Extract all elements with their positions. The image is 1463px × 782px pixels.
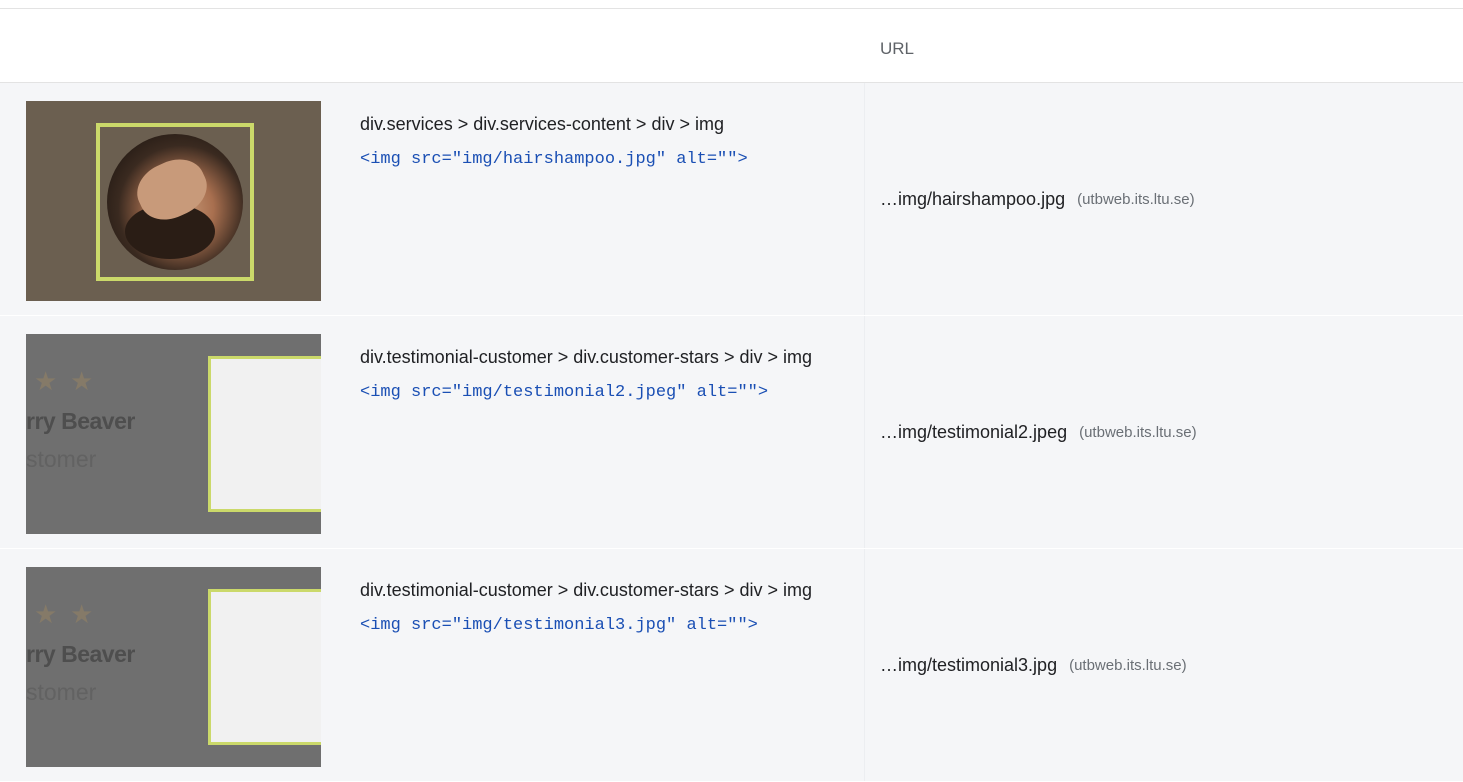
url-cell: …img/hairshampoo.jpg (utbweb.its.ltu.se) xyxy=(880,83,1195,315)
hairwash-photo xyxy=(107,134,243,270)
url-column-header: URL xyxy=(880,39,915,58)
url-path-link[interactable]: …img/testimonial2.jpeg xyxy=(880,422,1067,443)
url-host: (utbweb.its.ltu.se) xyxy=(1079,423,1197,441)
image-thumbnail: ★ ★ rry Beaver stomer xyxy=(26,567,321,767)
image-audit-table: URL div.services > div.services-content … xyxy=(0,8,1463,782)
table-row[interactable]: ★ ★ rry Beaver stomer div.testimonial-cu… xyxy=(0,549,1463,782)
element-cell: div.testimonial-customer > div.customer-… xyxy=(360,575,820,641)
css-selector: div.testimonial-customer > div.customer-… xyxy=(360,580,812,600)
url-host: (utbweb.its.ltu.se) xyxy=(1077,190,1195,208)
image-frame xyxy=(96,123,254,281)
html-snippet[interactable]: <img src="img/hairshampoo.jpg" alt=""> xyxy=(360,144,820,175)
image-thumbnail xyxy=(26,101,321,301)
star-icon: ★ xyxy=(70,366,94,396)
image-thumbnail: ★ ★ rry Beaver stomer xyxy=(26,334,321,534)
url-host: (utbweb.its.ltu.se) xyxy=(1069,656,1187,674)
image-frame xyxy=(208,356,321,512)
star-icon: ★ xyxy=(70,599,94,629)
css-selector: div.testimonial-customer > div.customer-… xyxy=(360,347,812,367)
html-snippet[interactable]: <img src="img/testimonial3.jpg" alt=""> xyxy=(360,610,820,641)
url-cell: …img/testimonial2.jpeg (utbweb.its.ltu.s… xyxy=(880,316,1197,548)
url-path-link[interactable]: …img/hairshampoo.jpg xyxy=(880,189,1065,210)
url-path-link[interactable]: …img/testimonial3.jpg xyxy=(880,655,1057,676)
thumbnail-name-text: rry Beaver xyxy=(26,408,135,434)
table-row[interactable]: div.services > div.services-content > di… xyxy=(0,83,1463,316)
star-icon: ★ xyxy=(34,366,58,396)
element-cell: div.services > div.services-content > di… xyxy=(360,109,820,175)
html-snippet[interactable]: <img src="img/testimonial2.jpeg" alt=""> xyxy=(360,377,820,408)
star-icon: ★ xyxy=(34,599,58,629)
table-header: URL xyxy=(0,9,1463,83)
thumbnail-role-text: stomer xyxy=(26,679,97,705)
element-cell: div.testimonial-customer > div.customer-… xyxy=(360,342,820,408)
url-cell: …img/testimonial3.jpg (utbweb.its.ltu.se… xyxy=(880,549,1187,781)
thumbnail-name-text: rry Beaver xyxy=(26,641,135,667)
image-frame xyxy=(208,589,321,745)
thumbnail-role-text: stomer xyxy=(26,446,97,472)
table-row[interactable]: ★ ★ rry Beaver stomer div.testimonial-cu… xyxy=(0,316,1463,549)
css-selector: div.services > div.services-content > di… xyxy=(360,114,724,134)
